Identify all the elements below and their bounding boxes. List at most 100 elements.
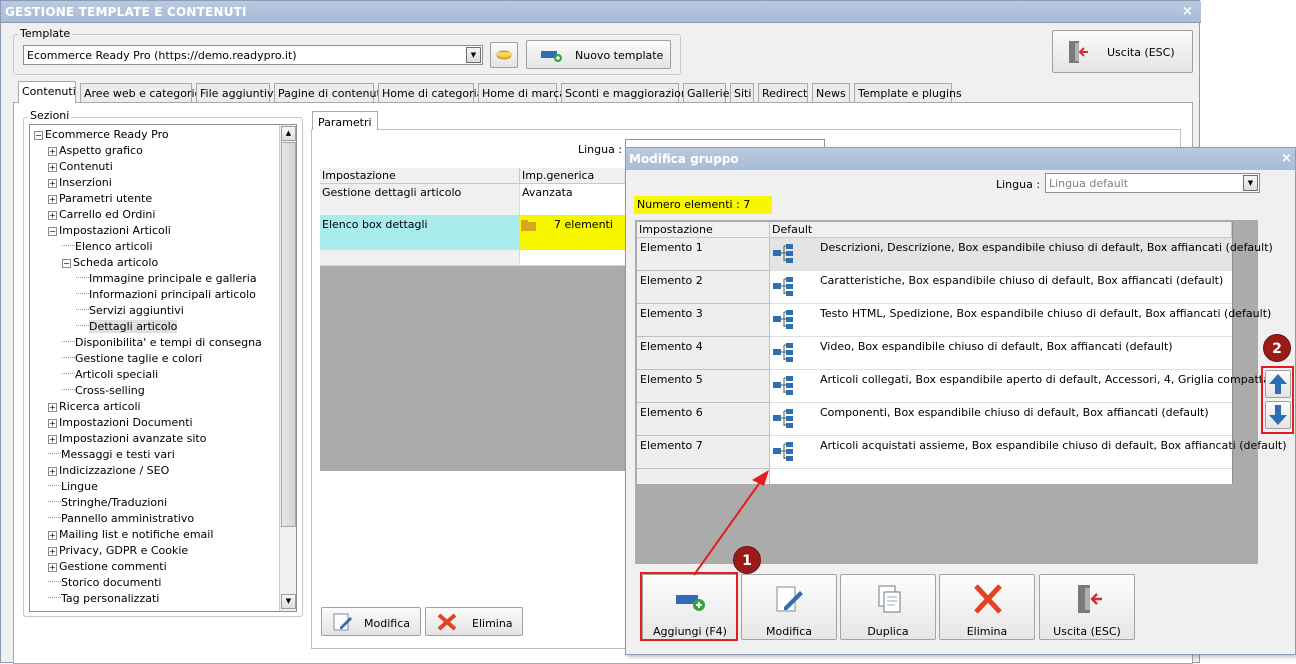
dialog-row-name[interactable]: Elemento 5 (637, 370, 770, 403)
tree-item[interactable]: Informazioni principali articolo (76, 288, 256, 303)
tree-item[interactable]: Tag personalizzati (48, 592, 159, 607)
expand-icon[interactable]: + (48, 163, 57, 172)
expand-icon[interactable]: + (48, 403, 57, 412)
tree-item[interactable]: Lingue (48, 480, 98, 495)
dialog-row-value[interactable]: Video, Box espandibile chiuso di default… (770, 337, 1232, 370)
dialog-exit-button[interactable]: Uscita (ESC) (1039, 574, 1135, 640)
new-template-button[interactable]: Nuovo template (526, 40, 671, 69)
tab-5[interactable]: Home di marca (478, 83, 566, 102)
dialog-row-name[interactable]: Elemento 4 (637, 337, 770, 370)
expand-icon[interactable]: + (48, 147, 57, 156)
tree-item[interactable]: + Inserzioni (48, 176, 112, 191)
tab-6[interactable]: Sconti e maggiorazioni (561, 83, 691, 102)
dialog-delete-button[interactable]: Elimina (939, 574, 1035, 640)
tree-connector (76, 309, 89, 310)
tab-3[interactable]: Pagine di contenuti (274, 83, 384, 102)
grid-cell-value-2[interactable]: 7 elementi (520, 216, 640, 250)
tree-scroll-thumb[interactable] (281, 142, 296, 527)
tree-item[interactable]: Pannello amministrativo (48, 512, 194, 527)
tree-item[interactable]: Articoli speciali (62, 368, 158, 383)
main-close-icon[interactable]: × (1182, 4, 1193, 19)
chevron-down-icon[interactable]: ▼ (1243, 175, 1258, 191)
grid-cell-setting-2[interactable]: Elenco box dettagli (320, 216, 520, 250)
scroll-up-icon[interactable]: ▲ (281, 126, 296, 141)
params-delete-button[interactable]: Elimina (425, 607, 523, 636)
tree-item[interactable]: Storico documenti (48, 576, 161, 591)
tree-item[interactable]: + Aspetto grafico (48, 144, 143, 159)
tree-item[interactable]: Elenco articoli (62, 240, 153, 255)
grid-cell-setting-1[interactable]: Gestione dettagli articolo (320, 184, 520, 216)
template-select[interactable]: Ecommerce Ready Pro (https://demo.readyp… (23, 45, 483, 65)
expand-icon[interactable]: + (48, 195, 57, 204)
tree-item[interactable]: + Contenuti (48, 160, 113, 175)
tree-item[interactable]: − Ecommerce Ready Pro (34, 128, 169, 143)
tree-item[interactable]: + Parametri utente (48, 192, 152, 207)
grid-cell-value-1[interactable]: Avanzata (520, 184, 640, 216)
tree-item[interactable]: Stringhe/Traduzioni (48, 496, 167, 511)
collapse-icon[interactable]: − (48, 227, 57, 236)
expand-icon[interactable]: + (48, 531, 57, 540)
dialog-row-value[interactable]: Caratteristiche, Box espandibile chiuso … (770, 271, 1232, 304)
tree-item[interactable]: + Mailing list e notifiche email (48, 528, 213, 543)
expand-icon[interactable]: + (48, 179, 57, 188)
dialog-language-select[interactable]: Lingua default ▼ (1045, 173, 1260, 193)
tab-2[interactable]: File aggiuntivi (196, 83, 277, 102)
dialog-row-value[interactable]: Testo HTML, Spedizione, Box espandibile … (770, 304, 1271, 337)
tab-1[interactable]: Aree web e categorie (80, 83, 201, 102)
dialog-row-value[interactable]: Componenti, Box espandibile chiuso di de… (770, 403, 1232, 436)
tab-9[interactable]: Redirect (758, 83, 808, 102)
collapse-icon[interactable]: − (34, 131, 43, 140)
tree-item[interactable]: + Impostazioni Documenti (48, 416, 193, 431)
tab-0[interactable]: Contenuti (18, 81, 76, 103)
dialog-close-icon[interactable]: × (1281, 151, 1292, 166)
tree-item[interactable]: Servizi aggiuntivi (76, 304, 184, 319)
expand-icon[interactable]: + (48, 467, 57, 476)
tab-11[interactable]: Template e plugins (854, 83, 962, 102)
dialog-row-name[interactable]: Elemento 1 (637, 238, 770, 271)
tree-item[interactable]: + Ricerca articoli (48, 400, 141, 415)
expand-icon[interactable]: + (48, 419, 57, 428)
dialog-row-name[interactable]: Elemento 7 (637, 436, 770, 469)
tree-item-label: Scheda articolo (73, 256, 159, 269)
open-template-button[interactable] (490, 42, 518, 68)
dialog-row-value[interactable]: Articoli collegati, Box espandibile aper… (770, 370, 1270, 403)
tab-8[interactable]: Siti (730, 83, 754, 102)
tree-item[interactable]: + Privacy, GDPR e Cookie (48, 544, 188, 559)
duplicate-button[interactable]: Duplica (840, 574, 936, 640)
tree-item[interactable]: Disponibilita' e tempi di consegna (62, 336, 262, 351)
main-exit-button[interactable]: Uscita (ESC) (1052, 30, 1193, 73)
tree-scrollbar[interactable]: ▲ ▼ (279, 125, 296, 611)
tree-item[interactable]: Messaggi e testi vari (48, 448, 175, 463)
dialog-edit-button[interactable]: Modifica (741, 574, 837, 640)
chevron-down-icon[interactable]: ▼ (466, 47, 481, 63)
dialog-row-name[interactable]: Elemento 2 (637, 271, 770, 304)
tab-parametri[interactable]: Parametri (312, 111, 378, 130)
tree-item[interactable]: + Indicizzazione / SEO (48, 464, 169, 479)
tree-item[interactable]: Dettagli articolo (76, 320, 178, 335)
expand-icon[interactable]: + (48, 563, 57, 572)
dialog-row-name[interactable]: Elemento 3 (637, 304, 770, 337)
dialog-row-name[interactable]: Elemento 6 (637, 403, 770, 436)
move-up-button[interactable] (1265, 370, 1291, 398)
tree-item[interactable]: − Scheda articolo (62, 256, 158, 271)
tree-item[interactable]: Gestione taglie e colori (62, 352, 202, 367)
expand-icon[interactable]: + (48, 435, 57, 444)
collapse-icon[interactable]: − (62, 259, 71, 268)
tab-10[interactable]: News (812, 83, 850, 102)
scroll-down-icon[interactable]: ▼ (281, 594, 296, 609)
tree-item[interactable]: + Carrello ed Ordini (48, 208, 155, 223)
tab-4[interactable]: Home di categoria (378, 83, 483, 102)
tree-item[interactable]: − Impostazioni Articoli (48, 224, 171, 239)
tree-item[interactable]: + Gestione commenti (48, 560, 167, 575)
move-down-button[interactable] (1265, 401, 1291, 429)
params-edit-button[interactable]: Modifica (321, 607, 421, 636)
tree-item[interactable]: + Impostazioni avanzate sito (48, 432, 206, 447)
expand-icon[interactable]: + (48, 547, 57, 556)
dialog-row-value[interactable]: Descrizioni, Descrizione, Box espandibil… (770, 238, 1273, 271)
tree-item[interactable]: Immagine principale e galleria (76, 272, 257, 287)
arrow-down-icon (1269, 405, 1287, 425)
expand-icon[interactable]: + (48, 211, 57, 220)
tree-item[interactable]: Cross-selling (62, 384, 145, 399)
tab-7[interactable]: Gallerie (683, 83, 730, 102)
dialog-row-value[interactable]: Articoli acquistati assieme, Box espandi… (770, 436, 1287, 469)
